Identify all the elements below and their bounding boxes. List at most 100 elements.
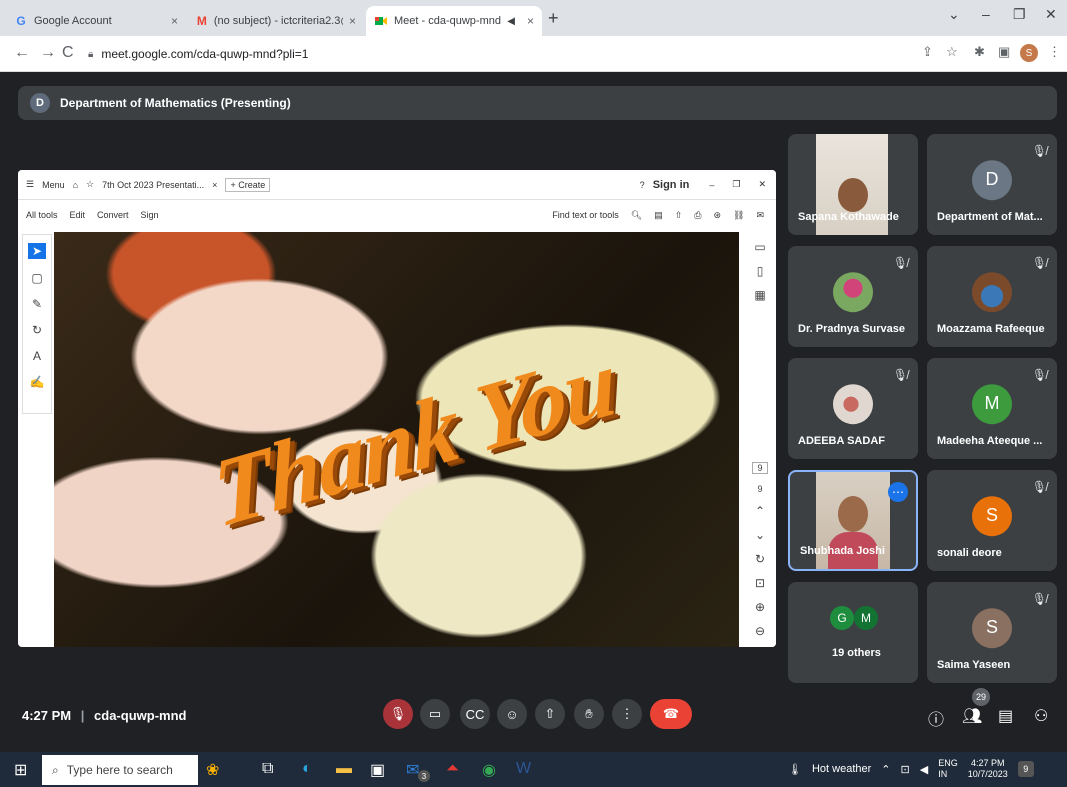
participant-tile[interactable]: 🎙︎̸ Dr. Pradnya Survase: [788, 246, 918, 347]
close-icon[interactable]: ×: [527, 14, 534, 28]
save-icon[interactable]: ▤: [654, 210, 663, 221]
draw-tool-icon[interactable]: ✎: [32, 297, 42, 311]
new-tab-button[interactable]: +: [548, 8, 559, 29]
participant-tile[interactable]: 🎙︎̸ ADEEBA SADAF: [788, 358, 918, 459]
star-icon[interactable]: ☆: [86, 179, 94, 190]
rotate-icon[interactable]: ↻: [755, 552, 765, 566]
menu-label[interactable]: Menu: [42, 180, 65, 190]
more-options-icon[interactable]: ⋯: [888, 482, 908, 502]
tab-google-account[interactable]: G Google Account ×: [6, 6, 186, 36]
thumbnails-icon[interactable]: ▦: [754, 288, 765, 302]
share-icon[interactable]: ⊛: [713, 210, 721, 221]
raise-hand-button[interactable]: ✋︎: [574, 699, 604, 729]
participant-tile-speaking[interactable]: ⋯ Shubhada Joshi: [788, 470, 918, 571]
sidepanel-icon[interactable]: ▣: [998, 44, 1010, 60]
mic-toggle-button[interactable]: 🎙︎: [383, 699, 413, 729]
news-widget-icon[interactable]: ❀: [206, 760, 219, 780]
zoom-out-icon[interactable]: ⊖: [755, 624, 765, 638]
print-icon[interactable]: ⎙: [694, 210, 701, 221]
share-icon[interactable]: ⇪: [922, 44, 933, 60]
restore-icon[interactable]: ❐: [732, 179, 740, 190]
clock[interactable]: 4:27 PM 10/7/2023: [968, 758, 1008, 780]
store-icon[interactable]: ▣: [370, 760, 385, 780]
restore-icon[interactable]: ❐: [1013, 6, 1026, 23]
more-menu-icon[interactable]: ⋮: [1048, 44, 1061, 60]
activities-icon[interactable]: ⚇: [1034, 706, 1048, 726]
tray-expand-icon[interactable]: ⌃: [881, 763, 890, 776]
language-indicator[interactable]: ENG IN: [938, 758, 958, 780]
page-down-icon[interactable]: ⌄: [755, 528, 765, 542]
participant-tile[interactable]: 🎙︎̸ S Saima Yaseen: [927, 582, 1057, 683]
people-icon[interactable]: 👥︎: [962, 706, 982, 726]
camera-toggle-button[interactable]: ▭: [420, 699, 450, 729]
profile-avatar[interactable]: S: [1020, 44, 1038, 62]
participant-tile[interactable]: 🎙︎̸ D Department of Mat...: [927, 134, 1057, 235]
tab-meet[interactable]: Meet - cda-quwp-mnd ◀ׁ ×: [366, 6, 542, 36]
comment-tool-icon[interactable]: ▢: [31, 271, 42, 285]
find-label[interactable]: Find text or tools: [552, 210, 619, 220]
speaker-icon[interactable]: ◀ׁ: [507, 16, 515, 27]
search-icon[interactable]: 🔍︎: [631, 210, 642, 221]
participant-tile[interactable]: Sapana Kothawade: [788, 134, 918, 235]
reload-icon[interactable]: C: [62, 44, 74, 62]
page-number[interactable]: 9: [752, 462, 768, 474]
home-icon[interactable]: ⌂: [73, 180, 78, 190]
tab-search-icon[interactable]: ⌄: [948, 6, 960, 23]
chrome-icon[interactable]: ◉: [482, 760, 496, 780]
create-button[interactable]: + Create: [225, 177, 271, 192]
menu-sign[interactable]: Sign: [141, 210, 159, 220]
weather-text[interactable]: Hot weather: [812, 763, 871, 775]
close-icon[interactable]: ×: [349, 14, 356, 28]
zoom-in-icon[interactable]: ⊕: [755, 600, 765, 614]
tab-gmail[interactable]: M (no subject) - ictcriteria2.3@gm ×: [188, 6, 364, 36]
close-icon[interactable]: ×: [171, 14, 178, 28]
volume-icon[interactable]: ◀︎: [920, 763, 928, 776]
taskbar-search[interactable]: ⌕ Type here to search: [42, 755, 198, 785]
menu-edit[interactable]: Edit: [70, 210, 86, 220]
minimize-icon[interactable]: –: [982, 6, 990, 22]
file-explorer-icon[interactable]: ▬: [336, 760, 352, 778]
captions-button[interactable]: CC: [460, 699, 490, 729]
edge-icon[interactable]: ◐: [302, 760, 312, 778]
menu-icon[interactable]: ☰: [26, 179, 34, 190]
word-icon[interactable]: W: [516, 760, 531, 778]
sign-tool-icon[interactable]: ✍: [30, 375, 45, 389]
forward-icon[interactable]: →: [40, 44, 56, 62]
participant-tile[interactable]: 🎙︎̸ S sonali deore: [927, 470, 1057, 571]
mail-icon[interactable]: ✉: [756, 210, 764, 221]
fit-page-icon[interactable]: ⊡: [755, 576, 765, 590]
more-options-button[interactable]: ⋮: [612, 699, 642, 729]
lasso-tool-icon[interactable]: ↻: [32, 323, 42, 337]
close-window-icon[interactable]: ✕: [1045, 6, 1057, 23]
cursor-tool-icon[interactable]: ➤: [27, 243, 47, 259]
leave-call-button[interactable]: ☎︎: [650, 699, 692, 729]
acrobat-icon[interactable]: ⏶: [446, 760, 459, 778]
extensions-icon[interactable]: ✱: [974, 44, 985, 60]
network-icon[interactable]: ⊡: [901, 763, 910, 776]
sign-in-button[interactable]: Sign in: [653, 179, 690, 191]
url-field[interactable]: 🔒︎ meet.google.com/cda-quwp-mnd?pli=1: [88, 42, 908, 66]
minimize-icon[interactable]: –: [709, 180, 714, 190]
link-icon[interactable]: ⛓: [733, 210, 744, 221]
task-view-icon[interactable]: ⧉: [262, 760, 273, 778]
star-icon[interactable]: ☆: [946, 44, 958, 60]
text-tool-icon[interactable]: A: [33, 349, 41, 363]
chat-icon[interactable]: ▤: [998, 706, 1013, 726]
emoji-button[interactable]: ☺: [497, 699, 527, 729]
page-up-icon[interactable]: ⌃: [755, 504, 765, 518]
participant-tile[interactable]: 🎙︎̸ Moazzama Rafeeque: [927, 246, 1057, 347]
notification-badge[interactable]: 9: [1017, 761, 1034, 777]
upload-icon[interactable]: ⇧: [675, 210, 683, 221]
menu-convert[interactable]: Convert: [97, 210, 129, 220]
doc-tab[interactable]: 7th Oct 2023 Presentati...: [102, 180, 204, 190]
back-icon[interactable]: ←: [14, 44, 30, 62]
info-icon[interactable]: ⓘ: [928, 706, 944, 730]
help-icon[interactable]: ?: [640, 180, 645, 190]
bookmark-icon[interactable]: ▯: [757, 264, 764, 278]
windows-start-icon[interactable]: ⊞: [14, 760, 27, 780]
participant-group-tile[interactable]: G M 19 others: [788, 582, 918, 683]
close-window-icon[interactable]: ✕: [758, 179, 766, 190]
comment-panel-icon[interactable]: ▭: [754, 240, 765, 254]
present-button[interactable]: ⇧: [535, 699, 565, 729]
menu-all-tools[interactable]: All tools: [26, 210, 58, 220]
